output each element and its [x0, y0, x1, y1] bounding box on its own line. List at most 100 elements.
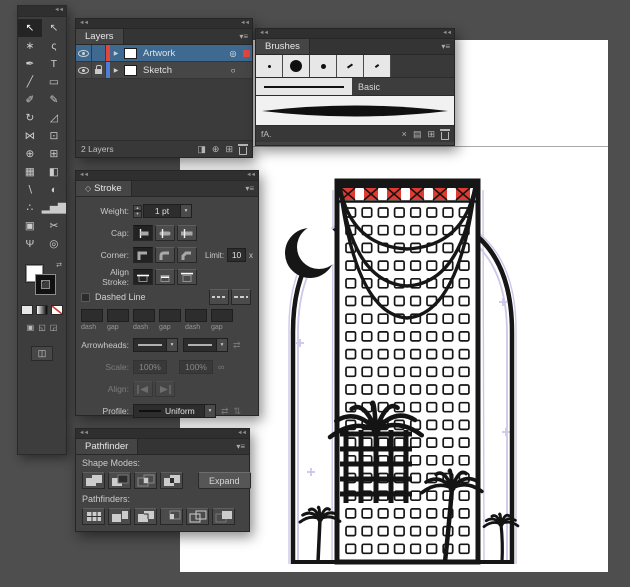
- brush-swatch[interactable]: [337, 55, 364, 77]
- minus-back-button[interactable]: [212, 508, 235, 525]
- swap-arrowheads-icon[interactable]: ⇄: [233, 340, 241, 351]
- mesh-tool[interactable]: ▦: [18, 163, 42, 181]
- weight-dropdown-icon[interactable]: ▾: [181, 204, 192, 218]
- limit-value[interactable]: 10: [227, 248, 246, 262]
- gradient-tool[interactable]: ◧: [42, 163, 66, 181]
- expand-triangle-icon[interactable]: ▶: [110, 45, 122, 61]
- draw-inside-icon[interactable]: ◲: [50, 323, 58, 332]
- gap-field[interactable]: [107, 308, 129, 322]
- flip-along-icon[interactable]: ⇅: [234, 406, 242, 417]
- expand-button[interactable]: Expand: [198, 472, 251, 489]
- layer-thumbnail[interactable]: [122, 62, 139, 78]
- remove-brush-stroke-icon[interactable]: ×: [402, 129, 407, 139]
- draw-normal-icon[interactable]: ▣: [27, 323, 35, 332]
- collapse-left-icon[interactable]: ◄◄: [79, 430, 89, 437]
- pen-tool[interactable]: ✒: [18, 55, 42, 73]
- unite-button[interactable]: [82, 472, 105, 489]
- calligraphic-brush-swatch[interactable]: [256, 95, 454, 125]
- slice-tool[interactable]: ✂: [42, 217, 66, 235]
- none-button[interactable]: [51, 305, 63, 315]
- cap-projecting-button[interactable]: [177, 225, 197, 241]
- shape-builder-tool[interactable]: ⊕: [18, 145, 42, 163]
- arrowhead-end-select[interactable]: [183, 338, 217, 352]
- brush-swatch[interactable]: [256, 55, 283, 77]
- intersect-button[interactable]: [134, 472, 157, 489]
- align-dashes-button[interactable]: [231, 289, 251, 305]
- collapse-right-icon[interactable]: ◄◄: [240, 20, 250, 27]
- new-layer-icon[interactable]: ⊞: [225, 144, 233, 154]
- corner-round-button[interactable]: [155, 247, 175, 263]
- delete-brush-icon[interactable]: [440, 129, 450, 140]
- collapse-left-icon[interactable]: ◄◄: [259, 30, 269, 37]
- blend-tool[interactable]: ◐: [42, 181, 66, 199]
- gap-field[interactable]: [211, 308, 233, 322]
- target-circle-icon[interactable]: ◎: [226, 45, 240, 61]
- brush-swatch[interactable]: [310, 55, 337, 77]
- gradient-button[interactable]: [36, 305, 48, 315]
- pathfinder-panel-menu-icon[interactable]: ▾≡: [232, 439, 249, 454]
- rotate-tool[interactable]: ↻: [18, 109, 42, 127]
- lock-toggle[interactable]: [92, 62, 106, 78]
- pencil-tool[interactable]: ✎: [42, 91, 66, 109]
- visibility-toggle[interactable]: [76, 45, 92, 61]
- layers-panel-menu-icon[interactable]: ▾≡: [235, 29, 252, 44]
- divide-button[interactable]: [82, 508, 105, 525]
- hand-tool[interactable]: Ψ: [18, 235, 42, 253]
- weight-stepper[interactable]: ▴ ▾: [133, 204, 142, 218]
- brushes-panel-menu-icon[interactable]: ▾≡: [437, 39, 454, 54]
- swap-fill-stroke-icon[interactable]: ⇄: [56, 261, 62, 269]
- delete-layer-icon[interactable]: [238, 144, 248, 155]
- magic-wand-tool[interactable]: ∗: [18, 37, 42, 55]
- width-tool[interactable]: ⋈: [18, 127, 42, 145]
- align-center-button[interactable]: [133, 269, 153, 285]
- make-clipping-mask-icon[interactable]: ◨: [197, 144, 206, 154]
- selection-tool[interactable]: ↖: [18, 19, 42, 37]
- paintbrush-tool[interactable]: ✐: [18, 91, 42, 109]
- align-inside-button[interactable]: [155, 269, 175, 285]
- tab-pathfinder[interactable]: Pathfinder: [76, 439, 139, 454]
- rectangle-tool[interactable]: ▭: [42, 73, 66, 91]
- brush-libraries-icon[interactable]: fA.: [261, 129, 271, 139]
- corner-miter-button[interactable]: [133, 247, 153, 263]
- dash-field[interactable]: [133, 308, 155, 322]
- flip-across-icon[interactable]: ⇄: [221, 406, 229, 417]
- scale-start-value[interactable]: 100%: [133, 360, 167, 374]
- weight-value[interactable]: 1 pt: [143, 204, 181, 218]
- corner-bevel-button[interactable]: [177, 247, 197, 263]
- lock-toggle[interactable]: [92, 45, 106, 61]
- align-outside-button[interactable]: [177, 269, 197, 285]
- gap-field[interactable]: [159, 308, 181, 322]
- dash-field[interactable]: [185, 308, 207, 322]
- merge-button[interactable]: [134, 508, 157, 525]
- draw-behind-icon[interactable]: ◱: [38, 323, 46, 332]
- expand-triangle-icon[interactable]: ▶: [110, 62, 122, 78]
- profile-arrow-icon[interactable]: ▾: [205, 404, 216, 418]
- collapse-right-icon[interactable]: ◄◄: [246, 172, 256, 179]
- brush-row-basic[interactable]: Basic: [256, 77, 454, 95]
- color-button[interactable]: [21, 305, 33, 315]
- eyedropper-tool[interactable]: ∖: [18, 181, 42, 199]
- tab-brushes[interactable]: Brushes: [256, 39, 310, 54]
- selection-indicator[interactable]: [240, 45, 252, 61]
- collapse-left-icon[interactable]: ◄◄: [79, 20, 89, 27]
- brush-options-icon[interactable]: ▤: [413, 129, 422, 139]
- trim-button[interactable]: [108, 508, 131, 525]
- stroke-swatch[interactable]: [36, 275, 55, 294]
- outline-button[interactable]: [186, 508, 209, 525]
- screen-mode-button[interactable]: ◫: [31, 346, 53, 361]
- align-arrow-end-button[interactable]: [155, 381, 175, 397]
- new-sublayer-icon[interactable]: ⊕: [212, 144, 220, 154]
- collapse-right-icon[interactable]: ◄◄: [237, 430, 247, 437]
- exclude-button[interactable]: [160, 472, 183, 489]
- arrowhead-end-arrow-icon[interactable]: ▾: [217, 338, 228, 352]
- scale-end-value[interactable]: 100%: [179, 360, 213, 374]
- line-segment-tool[interactable]: ╱: [18, 73, 42, 91]
- target-circle-icon[interactable]: ○: [226, 62, 240, 78]
- profile-select[interactable]: Uniform: [133, 404, 205, 418]
- layer-row-artwork[interactable]: ▶ Artwork ◎: [76, 45, 252, 62]
- dashed-line-checkbox[interactable]: [81, 292, 90, 302]
- stroke-panel-menu-icon[interactable]: ▾≡: [241, 181, 258, 196]
- minus-front-button[interactable]: [108, 472, 131, 489]
- layer-thumbnail[interactable]: [122, 45, 139, 61]
- scale-tool[interactable]: ◿: [42, 109, 66, 127]
